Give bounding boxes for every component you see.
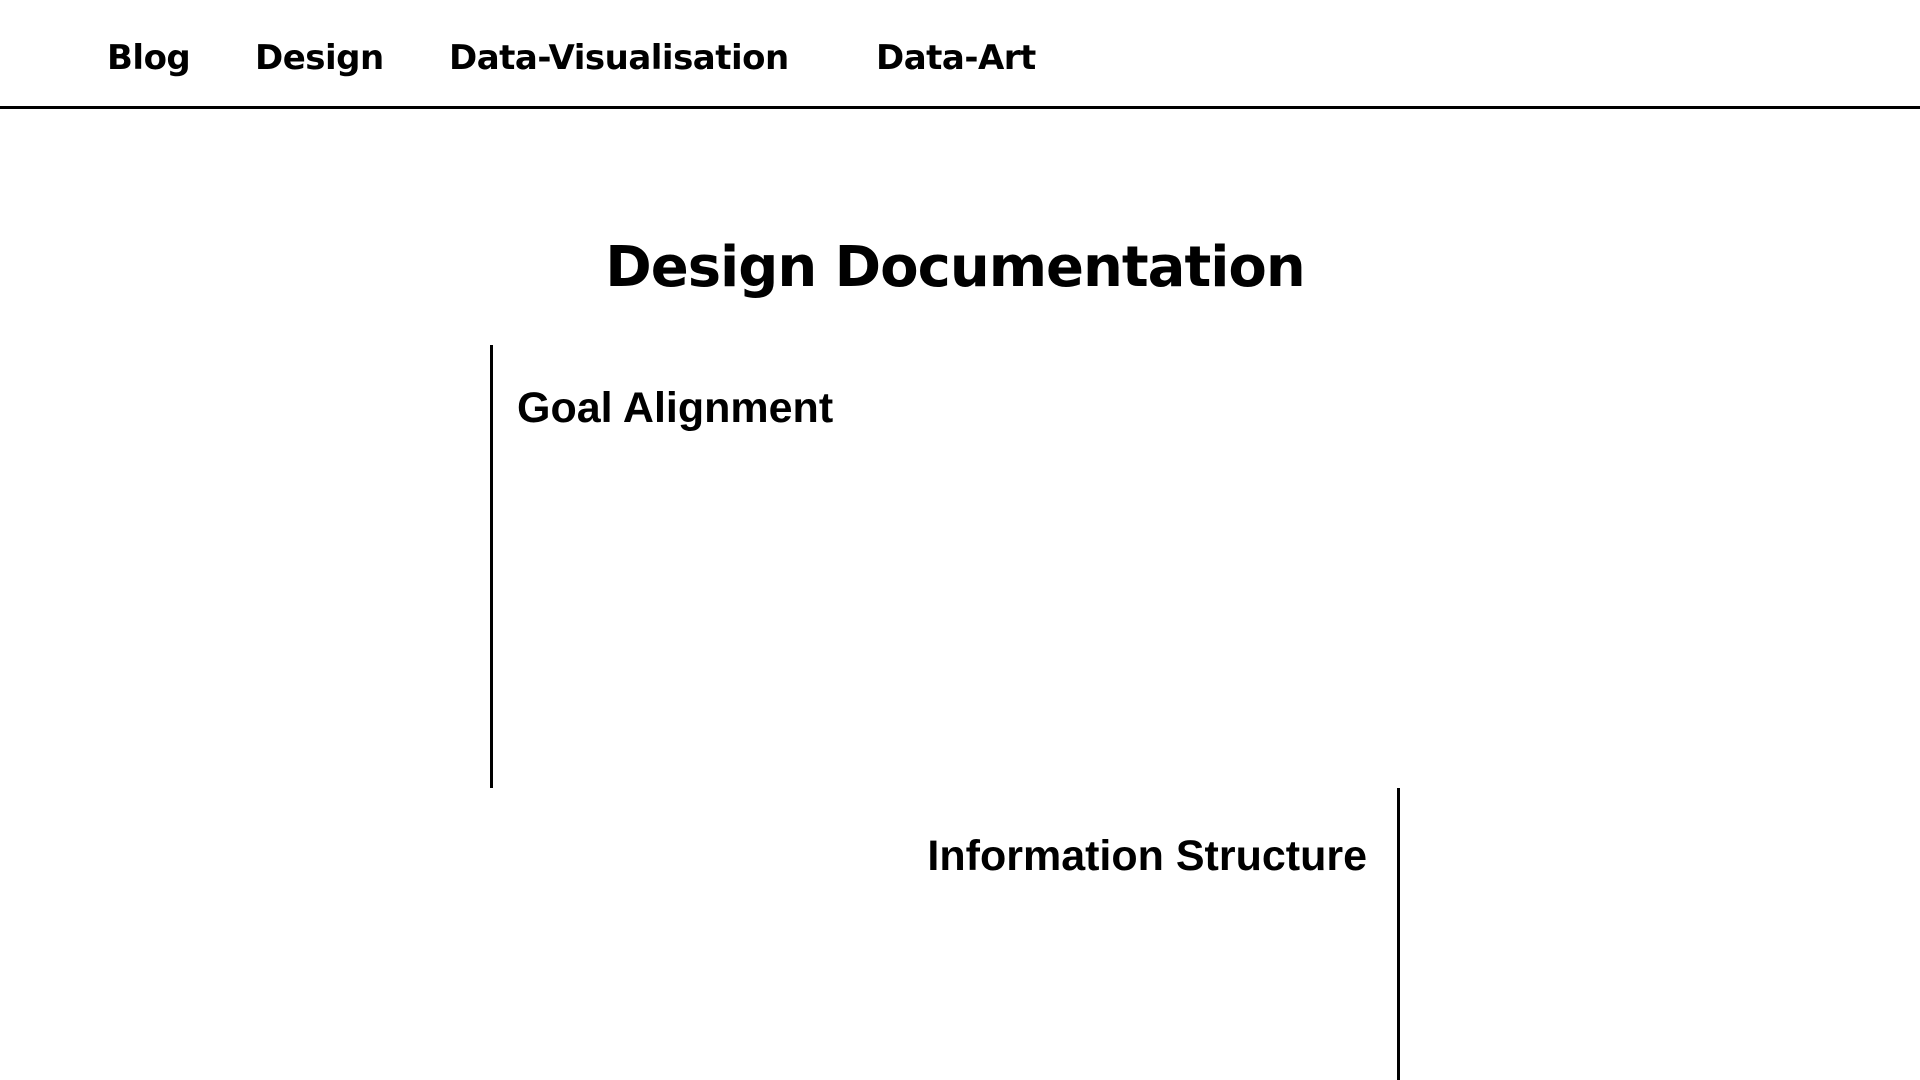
nav-link-design[interactable]: Design (255, 33, 384, 83)
page-title: Design Documentation (605, 235, 1306, 300)
section-goal-alignment: Goal Alignment (490, 345, 1190, 788)
section-information-structure: Information Structure (700, 788, 1400, 1080)
nav-link-data-visualisation[interactable]: Data-Visualisation (449, 33, 789, 83)
nav-link-blog[interactable]: Blog (107, 33, 191, 83)
section-heading-goal-alignment: Goal Alignment (517, 384, 834, 432)
nav-link-data-art[interactable]: Data-Art (876, 33, 1036, 83)
section-heading-information-structure: Information Structure (927, 832, 1367, 880)
top-navigation: Blog Design Data-Visualisation Data-Art (0, 0, 1920, 109)
